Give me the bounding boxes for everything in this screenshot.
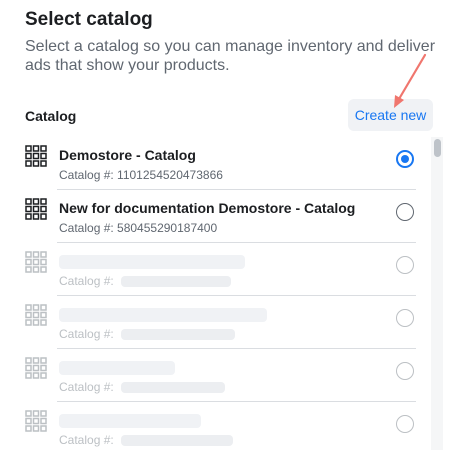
redacted-catalog-name (59, 308, 267, 322)
scrollbar-track[interactable] (431, 137, 443, 450)
redacted-catalog-id (121, 382, 225, 393)
page-description: Select a catalog so you can manage inven… (25, 38, 436, 74)
redacted-catalog-id (121, 329, 235, 340)
catalog-row[interactable]: New for documentation Demostore - Catalo… (0, 190, 430, 243)
catalog-id: Catalog #: (59, 433, 114, 447)
grid-icon (25, 410, 47, 432)
arrow-annotation-icon (394, 53, 427, 108)
catalog-section-label: Catalog (25, 108, 77, 124)
catalog-radio[interactable] (396, 415, 414, 433)
catalog-id: Catalog #: 1101254520473866 (59, 168, 223, 182)
catalog-row[interactable]: Demostore - Catalog Catalog #: 110125452… (0, 137, 430, 190)
catalog-row[interactable]: Catalog #: (0, 349, 430, 402)
grid-icon (25, 251, 47, 273)
grid-icon (25, 357, 47, 379)
catalog-name: Demostore - Catalog (59, 147, 196, 163)
redacted-catalog-name (59, 255, 245, 269)
grid-icon (25, 145, 47, 167)
catalog-id: Catalog #: (59, 380, 114, 394)
catalog-id: Catalog #: (59, 274, 114, 288)
catalog-radio[interactable] (396, 309, 414, 327)
catalog-radio[interactable] (396, 256, 414, 274)
catalog-row[interactable]: Catalog #: (0, 402, 430, 450)
catalog-id: Catalog #: 580455290187400 (59, 221, 218, 235)
catalog-radio[interactable] (396, 150, 414, 168)
scrollbar-thumb[interactable] (434, 139, 441, 157)
grid-icon (25, 198, 47, 220)
grid-icon (25, 304, 47, 326)
redacted-catalog-id (121, 276, 231, 287)
redacted-catalog-name (59, 361, 175, 375)
catalog-radio[interactable] (396, 362, 414, 380)
catalog-list: Demostore - Catalog Catalog #: 110125452… (0, 137, 430, 450)
redacted-catalog-name (59, 414, 201, 428)
page-title: Select catalog (25, 9, 153, 30)
catalog-name: New for documentation Demostore - Catalo… (59, 200, 356, 216)
catalog-id: Catalog #: (59, 327, 114, 341)
redacted-catalog-id (121, 435, 233, 446)
catalog-row[interactable]: Catalog #: (0, 243, 430, 296)
catalog-row[interactable]: Catalog #: (0, 296, 430, 349)
catalog-radio[interactable] (396, 203, 414, 221)
